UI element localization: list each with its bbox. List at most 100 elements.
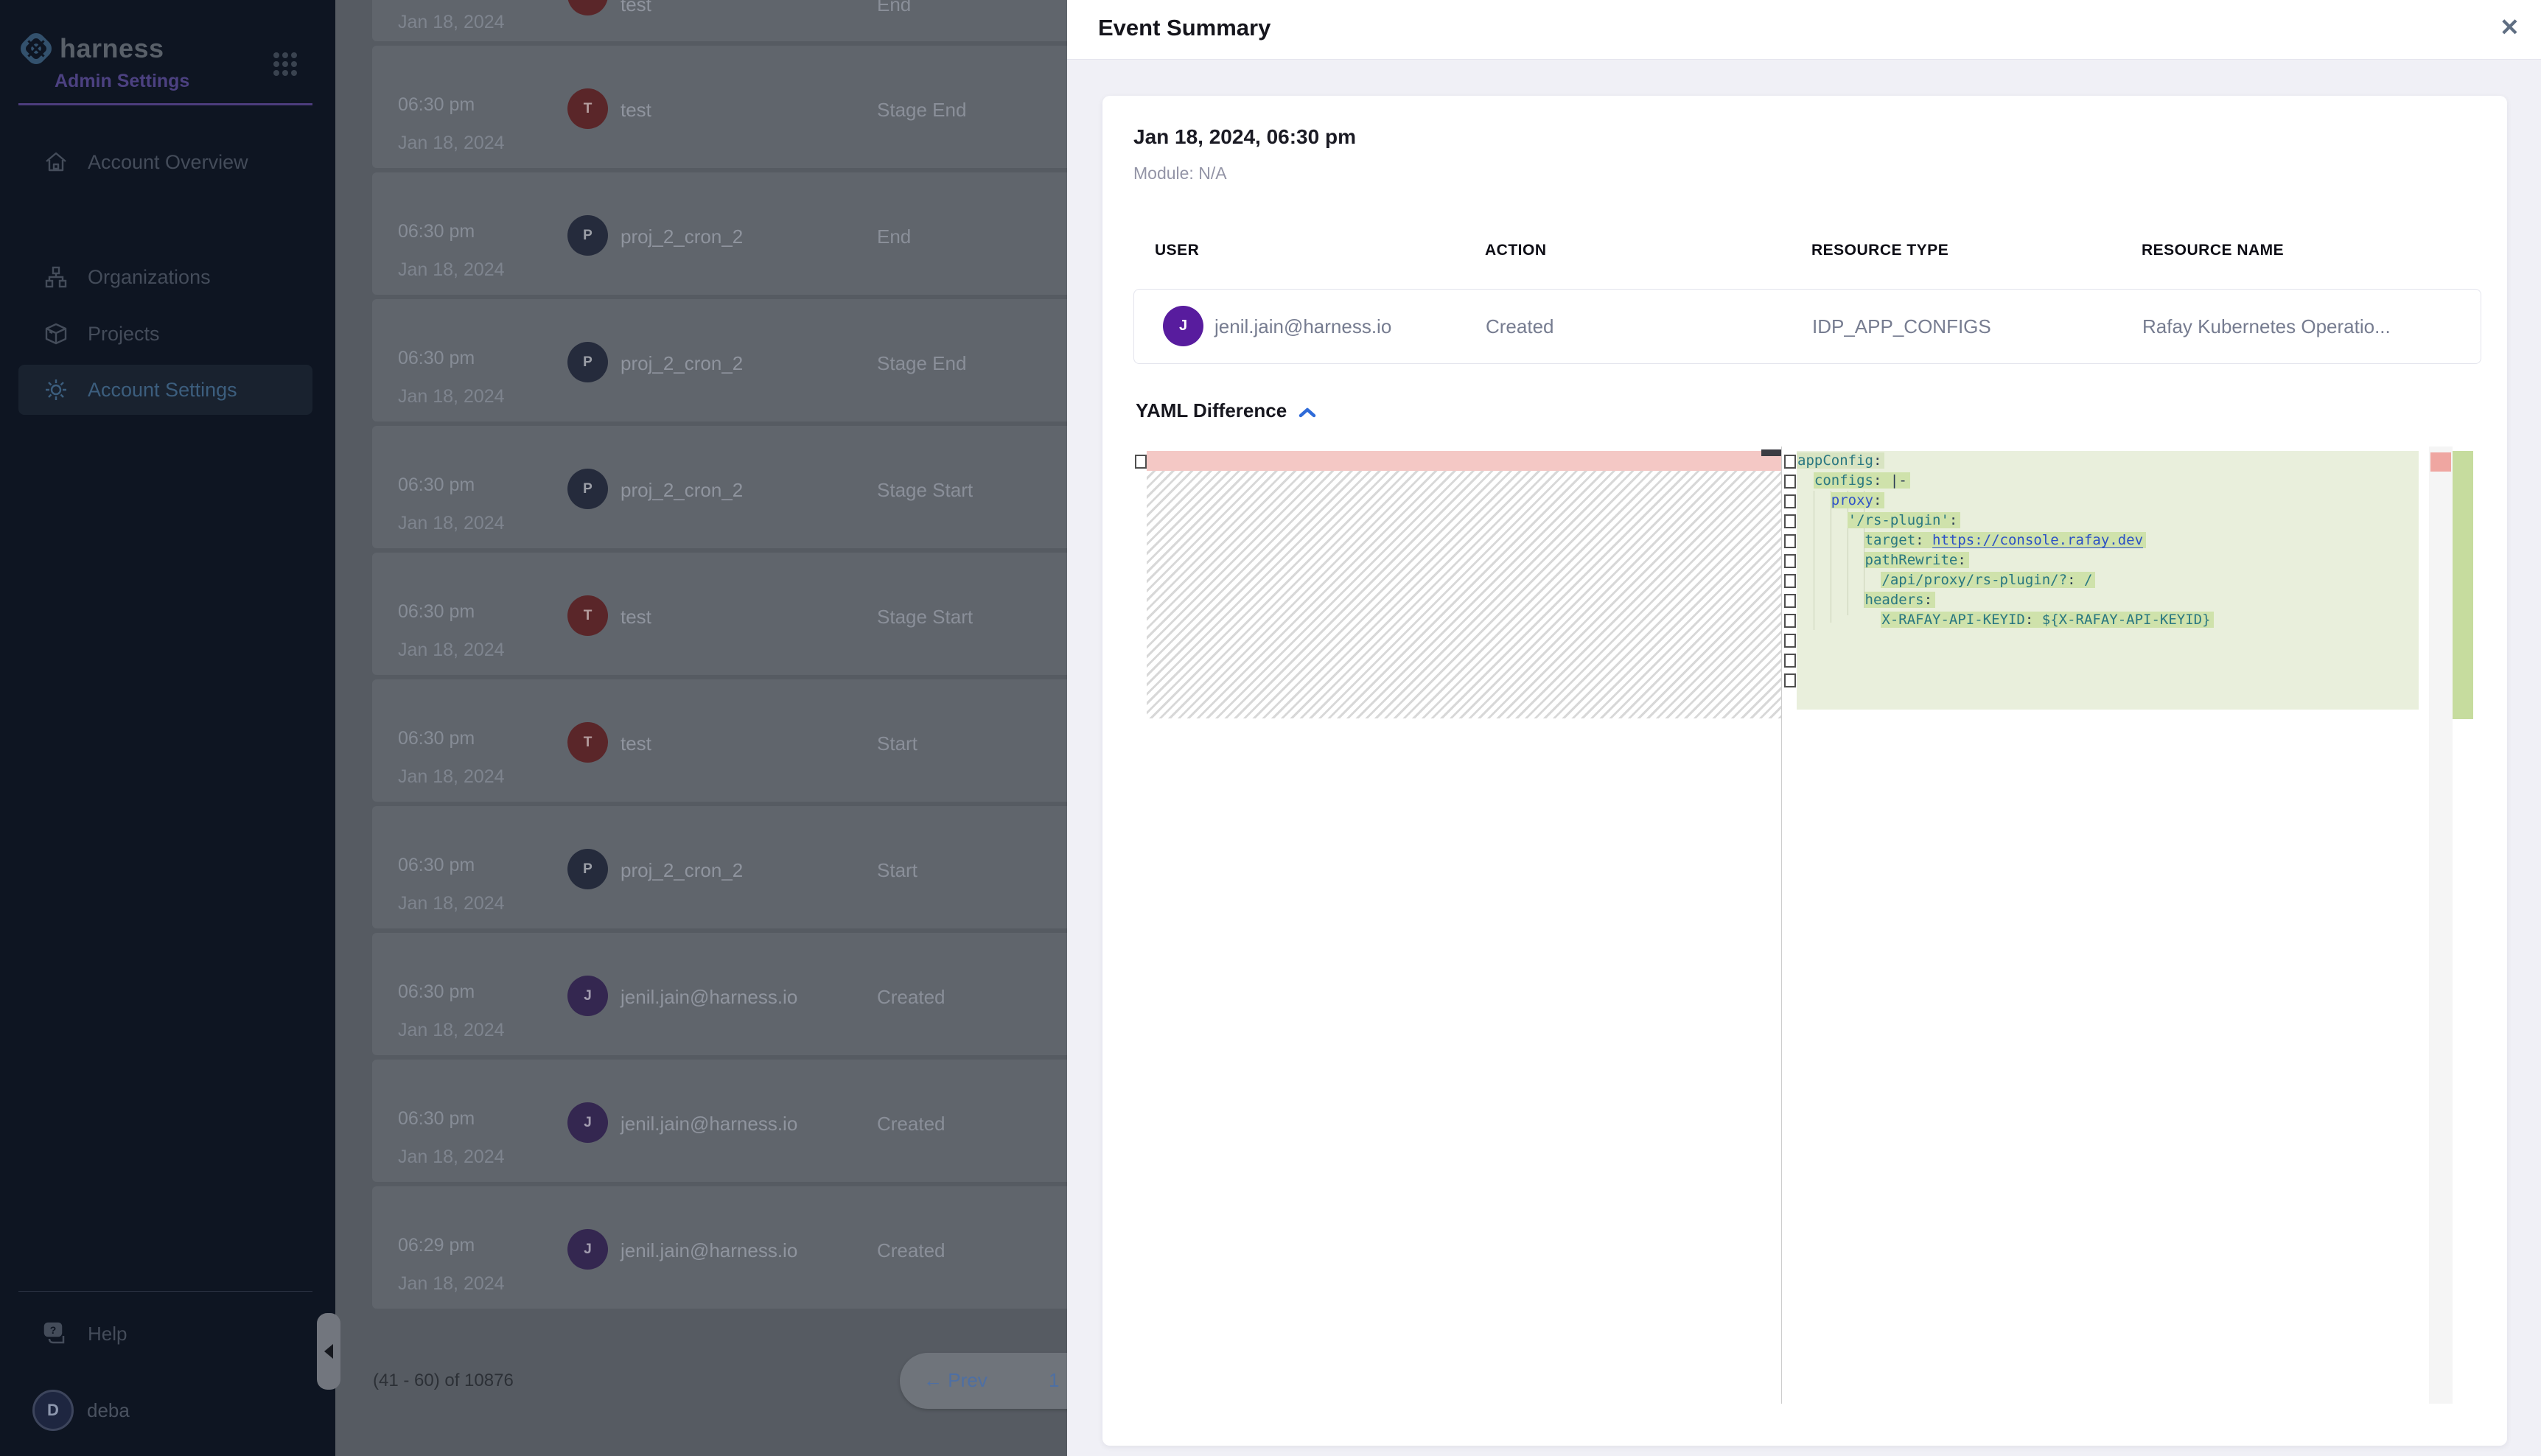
event-row[interactable]: 06:30 pmJan 18, 2024TtestStart [372, 679, 1067, 802]
event-actor: test [621, 0, 651, 16]
sidebar-divider [18, 103, 312, 105]
event-date: Jan 18, 2024 [398, 133, 505, 154]
sidebar-subtitle: Admin Settings [55, 71, 189, 92]
diff-empty-hatch-region [1147, 471, 1781, 718]
event-action: Stage Start [877, 479, 973, 502]
diff-glyph-square[interactable] [1784, 574, 1796, 588]
diff-glyph-square[interactable] [1784, 594, 1796, 608]
detail-user-avatar: J [1163, 306, 1203, 346]
column-header-action: ACTION [1485, 242, 1547, 259]
event-row[interactable]: 06:30 pmJan 18, 2024Pproj_2_cron_2End [372, 172, 1067, 295]
event-row[interactable]: 06:30 pmJan 18, 2024Pproj_2_cron_2Start [372, 806, 1067, 928]
pagination-range: (41 - 60) of 10876 [373, 1371, 514, 1391]
collapse-left-icon [324, 1344, 333, 1359]
diff-glyph-square[interactable] [1784, 554, 1796, 568]
audit-events-list-dimmed: Jan 18, 2024TtestEnd06:30 pmJan 18, 2024… [335, 0, 1067, 1456]
event-action: Created [877, 986, 946, 1009]
app-root: Jan 18, 2024TtestEnd06:30 pmJan 18, 2024… [0, 0, 2541, 1456]
avatar: T [567, 595, 608, 636]
diff-removed-line [1147, 451, 1781, 471]
diff-glyph-square[interactable] [1784, 614, 1796, 628]
yaml-line: pathRewrite: [1797, 550, 1969, 570]
event-row[interactable]: 06:30 pmJan 18, 2024TtestStage End [372, 46, 1067, 168]
event-date: Jan 18, 2024 [398, 1020, 505, 1041]
event-action: End [877, 0, 911, 16]
event-time: 06:30 pm [398, 601, 475, 623]
diff-glyph-square[interactable] [1784, 654, 1796, 668]
avatar: P [567, 215, 608, 256]
event-time: 06:30 pm [398, 981, 475, 1003]
avatar: J [567, 1229, 608, 1270]
event-row[interactable]: 06:30 pmJan 18, 2024Pproj_2_cron_2Stage … [372, 299, 1067, 421]
diff-glyph-square[interactable] [1135, 455, 1147, 469]
diff-glyph-square[interactable] [1784, 494, 1796, 508]
diff-sash-handle[interactable] [1761, 449, 1781, 456]
yaml-diff-editor[interactable]: appConfig: configs: |- proxy: '/rs-plugi… [1133, 447, 2473, 1404]
event-date: Jan 18, 2024 [398, 12, 505, 33]
drawer-header: Event Summary ✕ [1067, 0, 2541, 60]
event-time: 06:30 pm [398, 728, 475, 749]
help-chat-icon: ? [43, 1321, 69, 1346]
sidebar-item-projects[interactable]: Projects [18, 309, 312, 359]
event-row[interactable]: 06:30 pmJan 18, 2024TtestStage Start [372, 553, 1067, 675]
yaml-line: target: https://console.rafay.dev [1797, 531, 2146, 550]
diff-glyph-square[interactable] [1784, 475, 1796, 489]
event-time: 06:29 pm [398, 1235, 475, 1256]
event-date: Jan 18, 2024 [398, 893, 505, 914]
event-row[interactable]: Jan 18, 2024TtestEnd [372, 0, 1067, 41]
event-row[interactable]: 06:30 pmJan 18, 2024Pproj_2_cron_2Stage … [372, 426, 1067, 548]
yaml-difference-label: YAML Difference [1136, 399, 1287, 422]
event-time: 06:30 pm [398, 348, 475, 369]
detail-user: jenil.jain@harness.io [1214, 315, 1391, 338]
event-action: Created [877, 1239, 946, 1262]
event-row[interactable]: 06:30 pmJan 18, 2024Jjenil.jain@harness.… [372, 1060, 1067, 1182]
sidebar-item-account-overview[interactable]: Account Overview [18, 137, 312, 187]
event-summary-drawer: Event Summary ✕ Jan 18, 2024, 06:30 pm M… [1067, 0, 2541, 1456]
close-icon[interactable]: ✕ [2500, 13, 2520, 41]
drawer-title: Event Summary [1098, 15, 1270, 41]
event-actor: test [621, 732, 651, 755]
prev-page-button[interactable]: ← Prev [923, 1369, 988, 1392]
pagination-pill: ← Prev 1 [900, 1353, 1067, 1409]
sidebar-collapse-handle[interactable] [317, 1313, 340, 1390]
event-detail-row: J jenil.jain@harness.io Created IDP_APP_… [1133, 289, 2481, 364]
event-module: Module: N/A [1133, 164, 1227, 183]
yaml-difference-toggle[interactable]: YAML Difference [1136, 399, 1316, 422]
app-grid-icon[interactable] [273, 52, 298, 77]
event-action: Stage End [877, 99, 966, 122]
diff-glyph-square[interactable] [1784, 634, 1796, 648]
page-number-button[interactable]: 1 [1049, 1369, 1059, 1392]
diff-scrollbar[interactable] [2429, 447, 2453, 1404]
sidebar-item-help[interactable]: ? Help [18, 1312, 240, 1356]
event-summary-card: Jan 18, 2024, 06:30 pm Module: N/A USER … [1102, 96, 2507, 1446]
diff-glyph-square[interactable] [1784, 534, 1796, 548]
event-actor: test [621, 99, 651, 122]
event-action: Stage End [877, 352, 966, 375]
prev-arrow-icon: ← [923, 1369, 943, 1391]
event-date: Jan 18, 2024 [398, 1273, 505, 1295]
user-name: deba [87, 1399, 130, 1422]
sidebar: harness Admin Settings Account OverviewO… [0, 0, 335, 1456]
event-actor: jenil.jain@harness.io [621, 1113, 797, 1135]
diff-glyph-square[interactable] [1784, 514, 1796, 528]
detail-action: Created [1486, 315, 1554, 338]
event-time: 06:30 pm [398, 475, 475, 496]
event-row[interactable]: 06:30 pmJan 18, 2024Jjenil.jain@harness.… [372, 933, 1067, 1055]
sidebar-item-account-settings[interactable]: Account Settings [18, 365, 312, 415]
event-actor: proj_2_cron_2 [621, 352, 743, 375]
avatar: J [567, 1102, 608, 1143]
diff-pane-divider [1781, 447, 1782, 1404]
sidebar-user[interactable]: D deba [32, 1390, 130, 1431]
diff-glyph-square[interactable] [1784, 673, 1796, 687]
column-header-resource-name: RESOURCE NAME [2142, 242, 2284, 259]
event-row[interactable]: 06:29 pmJan 18, 2024Jjenil.jain@harness.… [372, 1186, 1067, 1309]
event-action: Start [877, 732, 918, 755]
home-icon [43, 150, 69, 175]
cube-icon [43, 321, 69, 346]
diff-glyph-square[interactable] [1784, 455, 1796, 469]
column-header-resource-type: RESOURCE TYPE [1811, 242, 1948, 259]
sidebar-item-organizations[interactable]: Organizations [18, 252, 312, 302]
harness-logo-icon [20, 32, 52, 65]
yaml-line: '/rs-plugin': [1797, 511, 1960, 531]
sidebar-bottom-divider [18, 1291, 312, 1292]
